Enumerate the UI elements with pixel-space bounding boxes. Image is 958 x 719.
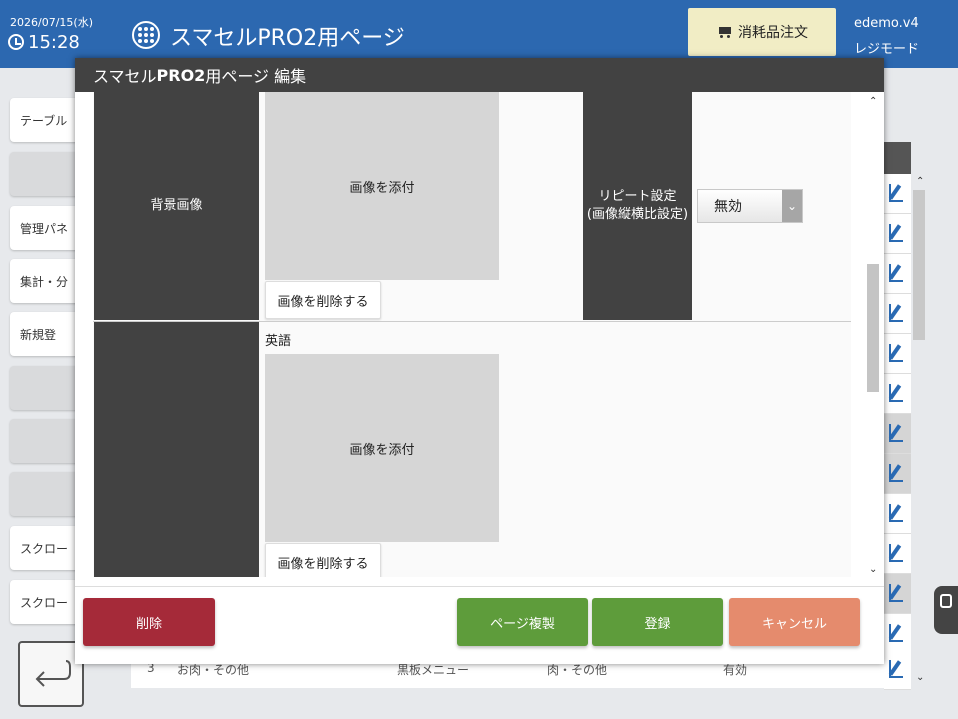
edit-icon[interactable] (884, 254, 911, 294)
edit-modal: スマセル PRO2 用ページ 編集 背景画像 画像を添付 画像を削除する リピート設… (75, 58, 884, 664)
modal-scroll-down-arrow[interactable]: ⌄ (869, 564, 877, 575)
edit-icon[interactable] (884, 294, 911, 334)
drawer-icon (940, 594, 952, 608)
delete-button[interactable]: 削除 (83, 598, 215, 646)
delete-image-button[interactable]: 画像を削除する (265, 281, 381, 319)
footer-divider (75, 586, 884, 587)
edit-icon[interactable] (884, 614, 911, 654)
background-image-label: 背景画像 (94, 92, 259, 320)
order-supplies-label: 消耗品注文 (738, 25, 808, 41)
back-arrow-icon (35, 660, 71, 687)
cancel-button[interactable]: キャンセル (729, 598, 860, 646)
edit-icon[interactable] (884, 534, 911, 574)
edit-icon[interactable] (884, 574, 911, 614)
register-button[interactable]: 登録 (592, 598, 723, 646)
delete-image-button-english[interactable]: 画像を削除する (265, 543, 381, 577)
attach-image-area[interactable]: 画像を添付 (265, 92, 499, 280)
current-date: 2026/07/15(水) (10, 16, 93, 29)
duplicate-page-button[interactable]: ページ複製 (457, 598, 588, 646)
edit-icon[interactable] (884, 334, 911, 374)
background-image-label-cell (94, 322, 259, 577)
edit-icon[interactable] (884, 174, 911, 214)
attach-image-area-english[interactable]: 画像を添付 (265, 354, 499, 542)
edit-icon[interactable] (884, 494, 911, 534)
background-table-header (884, 142, 911, 174)
edit-icon[interactable] (884, 650, 911, 690)
modal-scrollbar-thumb[interactable] (867, 264, 879, 392)
edit-icon[interactable] (884, 414, 911, 454)
edit-icon[interactable] (884, 374, 911, 414)
edit-icon[interactable] (884, 214, 911, 254)
order-supplies-button[interactable]: 消耗品注文 (688, 8, 836, 56)
modal-title: スマセル PRO2 用ページ 編集 (75, 58, 884, 92)
chevron-down-icon: ⌄ (782, 190, 802, 222)
page-title: スマセルPRO2用ページ (170, 26, 405, 51)
modal-scroll-up-arrow[interactable]: ⌃ (869, 96, 877, 107)
language-label-english: 英語 (265, 334, 292, 349)
repeat-setting-select[interactable]: 無効 ⌄ (697, 189, 803, 223)
scroll-down-arrow[interactable]: ⌄ (916, 672, 924, 683)
cart-icon (716, 26, 732, 39)
background-scrollbar-thumb[interactable] (913, 190, 925, 340)
mode-label: レジモード (854, 42, 920, 57)
current-time: 15:28 (28, 32, 80, 53)
side-drawer-tab[interactable] (934, 586, 958, 634)
modal-body: 背景画像 画像を添付 画像を削除する リピート設定 (画像縦横比設定) 無効 ⌄… (93, 92, 851, 577)
user-name: edemo.v4 (854, 16, 919, 31)
repeat-setting-label: リピート設定 (画像縦横比設定) (583, 92, 692, 320)
clock-icon (8, 34, 24, 50)
app-grid-icon[interactable] (132, 21, 160, 49)
edit-icon[interactable] (884, 454, 911, 494)
scroll-up-arrow[interactable]: ⌃ (916, 176, 924, 187)
